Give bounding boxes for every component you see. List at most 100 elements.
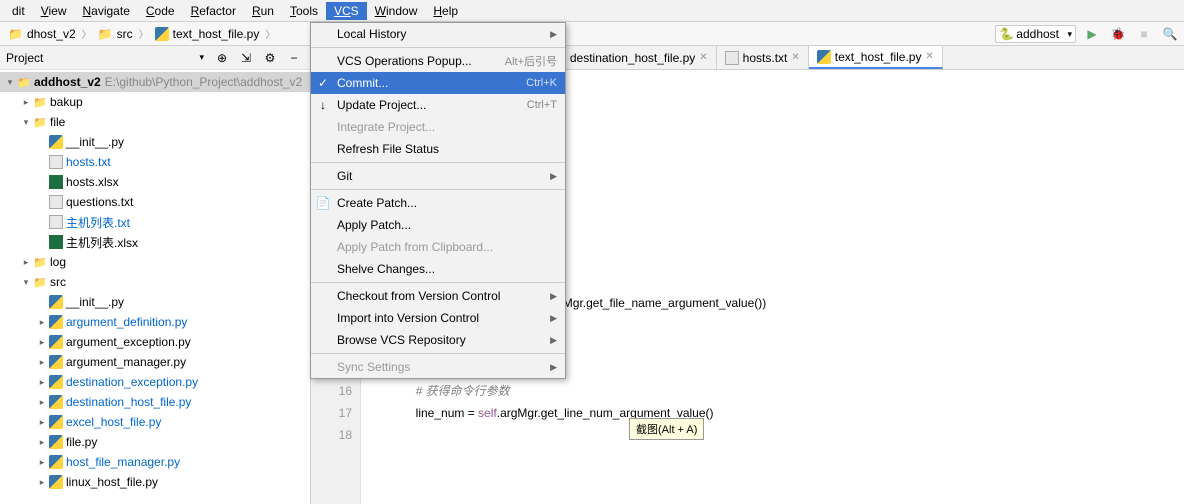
tree-item[interactable]: ▸ excel_host_file.py bbox=[0, 412, 310, 432]
close-icon[interactable]: ✕ bbox=[699, 52, 707, 63]
chevron-right-icon: ▶ bbox=[550, 29, 557, 40]
tree-item-label: linux_host_file.py bbox=[66, 475, 158, 489]
tree-item[interactable]: ▸argument_definition.py bbox=[0, 312, 310, 332]
tree-item-label: destination_exception.py bbox=[66, 375, 198, 389]
menu-separator bbox=[311, 282, 565, 283]
editor-tab[interactable]: hosts.txt✕ bbox=[717, 46, 809, 69]
menu-view[interactable]: View bbox=[33, 2, 75, 20]
gear-icon[interactable]: ⚙ bbox=[260, 48, 280, 68]
tree-item-label: file bbox=[50, 115, 65, 129]
menu-shortcut: Alt+后引号 bbox=[505, 53, 557, 69]
menu-vcs[interactable]: VCS bbox=[326, 2, 367, 20]
vcs-menu-item[interactable]: 📄Create Patch... bbox=[311, 192, 565, 214]
vcs-menu-item[interactable]: ✓Commit...Ctrl+K bbox=[311, 72, 565, 94]
vcs-menu-item[interactable]: Shelve Changes... bbox=[311, 258, 565, 280]
menu-separator bbox=[311, 162, 565, 163]
tree-item[interactable]: ▾src bbox=[0, 272, 310, 292]
locate-icon[interactable]: ⊕ bbox=[212, 48, 232, 68]
tree-arrow-icon: ▸ bbox=[36, 317, 48, 328]
vcs-menu-item: Sync Settings▶ bbox=[311, 356, 565, 378]
editor-tab[interactable]: text_host_file.py✕ bbox=[809, 46, 943, 69]
menu-window[interactable]: Window bbox=[367, 2, 426, 20]
hide-icon[interactable]: − bbox=[284, 48, 304, 68]
menu-tools[interactable]: Tools bbox=[282, 2, 326, 20]
vcs-menu-item[interactable]: Import into Version Control▶ bbox=[311, 307, 565, 329]
tab-label: text_host_file.py bbox=[835, 50, 922, 64]
tree-item[interactable]: 主机列表.xlsx bbox=[0, 232, 310, 252]
menu-help[interactable]: Help bbox=[425, 2, 466, 20]
tree-item-label: host_file_manager.py bbox=[66, 455, 180, 469]
tree-arrow-icon: ▸ bbox=[20, 97, 32, 108]
vcs-menu-item[interactable]: Browse VCS Repository▶ bbox=[311, 329, 565, 351]
project-sidebar: Project ▾ ⊕ ⇲ ⚙ − ▾ addhost_v2 E:\github… bbox=[0, 46, 311, 504]
run-button[interactable]: ▶ bbox=[1082, 24, 1102, 44]
tree-item[interactable]: 主机列表.txt bbox=[0, 212, 310, 232]
menu-navigate[interactable]: Navigate bbox=[75, 2, 138, 20]
tree-item[interactable]: ▸log bbox=[0, 252, 310, 272]
breadcrumb-item[interactable]: 📁src bbox=[94, 26, 137, 42]
vcs-menu-item[interactable]: Local History▶ bbox=[311, 23, 565, 45]
screenshot-tooltip: 截图(Alt + A) bbox=[629, 418, 704, 440]
code-line[interactable] bbox=[389, 424, 1184, 446]
vcs-menu-item[interactable]: Git▶ bbox=[311, 165, 565, 187]
code-line[interactable]: line_num = self.argMgr.get_line_num_argu… bbox=[389, 402, 1184, 424]
tree-arrow-icon: ▸ bbox=[36, 397, 48, 408]
tree-item[interactable]: hosts.xlsx bbox=[0, 172, 310, 192]
tree-arrow-icon: ▸ bbox=[36, 437, 48, 448]
breadcrumb-item[interactable]: 📁dhost_v2 bbox=[4, 26, 80, 42]
menu-item-label: Create Patch... bbox=[337, 196, 417, 210]
menu-refactor[interactable]: Refactor bbox=[183, 2, 244, 20]
tree-item[interactable]: ▸host_file_manager.py bbox=[0, 452, 310, 472]
debug-button[interactable]: 🐞 bbox=[1108, 24, 1128, 44]
tree-arrow-icon: ▸ bbox=[36, 417, 48, 428]
vcs-menu-item: Integrate Project... bbox=[311, 116, 565, 138]
tree-item[interactable]: __init__.py bbox=[0, 292, 310, 312]
menu-dit[interactable]: dit bbox=[4, 2, 33, 20]
tree-item[interactable]: ▸argument_exception.py bbox=[0, 332, 310, 352]
tree-item[interactable]: ▸destination_exception.py bbox=[0, 372, 310, 392]
excel-file-icon bbox=[48, 175, 64, 189]
search-button[interactable]: 🔍 bbox=[1160, 24, 1180, 44]
tree-item[interactable]: ▸destination_host_file.py bbox=[0, 392, 310, 412]
menu-run[interactable]: Run bbox=[244, 2, 282, 20]
gutter-line-number: 17 bbox=[311, 402, 352, 424]
vcs-menu-item[interactable]: ↓Update Project...Ctrl+T bbox=[311, 94, 565, 116]
editor-tab[interactable]: destination_host_file.py✕ bbox=[544, 46, 717, 69]
run-config-selector[interactable]: 🐍 addhost ▾ bbox=[995, 25, 1076, 43]
menu-code[interactable]: Code bbox=[138, 2, 183, 20]
sidebar-title: Project bbox=[6, 51, 199, 65]
stop-button[interactable]: ■ bbox=[1134, 24, 1154, 44]
chevron-right-icon: ▶ bbox=[550, 171, 557, 182]
menu-item-icon: ✓ bbox=[315, 76, 331, 90]
tree-item[interactable]: __init__.py bbox=[0, 132, 310, 152]
vcs-menu-item[interactable]: Refresh File Status bbox=[311, 138, 565, 160]
tree-item[interactable]: ▸argument_manager.py bbox=[0, 352, 310, 372]
collapse-icon[interactable]: ⇲ bbox=[236, 48, 256, 68]
breadcrumb-item[interactable]: text_host_file.py bbox=[151, 26, 264, 42]
tree-item[interactable]: ▸ file.py bbox=[0, 432, 310, 452]
text-file-icon bbox=[48, 155, 64, 169]
tree-root[interactable]: ▾ addhost_v2 E:\github\Python_Project\ad… bbox=[0, 72, 310, 92]
tree-item[interactable]: ▸linux_host_file.py bbox=[0, 472, 310, 492]
tree-item[interactable]: hosts.txt bbox=[0, 152, 310, 172]
tree-item[interactable]: ▾file bbox=[0, 112, 310, 132]
breadcrumb-label: src bbox=[117, 27, 133, 41]
vcs-menu-item[interactable]: Apply Patch... bbox=[311, 214, 565, 236]
tree-item-label: excel_host_file.py bbox=[66, 415, 161, 429]
chevron-down-icon[interactable]: ▾ bbox=[199, 52, 204, 63]
close-icon[interactable]: ✕ bbox=[791, 52, 799, 63]
tree-item[interactable]: questions.txt bbox=[0, 192, 310, 212]
vcs-menu-item[interactable]: VCS Operations Popup...Alt+后引号 bbox=[311, 50, 565, 72]
chevron-right-icon: ▶ bbox=[550, 313, 557, 324]
python-icon bbox=[48, 435, 64, 449]
tree-item[interactable]: ▸bakup bbox=[0, 92, 310, 112]
menu-separator bbox=[311, 47, 565, 48]
code-line[interactable]: # 获得命令行参数 bbox=[389, 380, 1184, 402]
tree-item-label: log bbox=[50, 255, 66, 269]
python-icon bbox=[48, 395, 64, 409]
python-icon bbox=[48, 475, 64, 489]
close-icon[interactable]: ✕ bbox=[925, 51, 933, 62]
vcs-menu-item[interactable]: Checkout from Version Control▶ bbox=[311, 285, 565, 307]
python-icon bbox=[48, 295, 64, 309]
tree-item-label: file.py bbox=[66, 435, 97, 449]
